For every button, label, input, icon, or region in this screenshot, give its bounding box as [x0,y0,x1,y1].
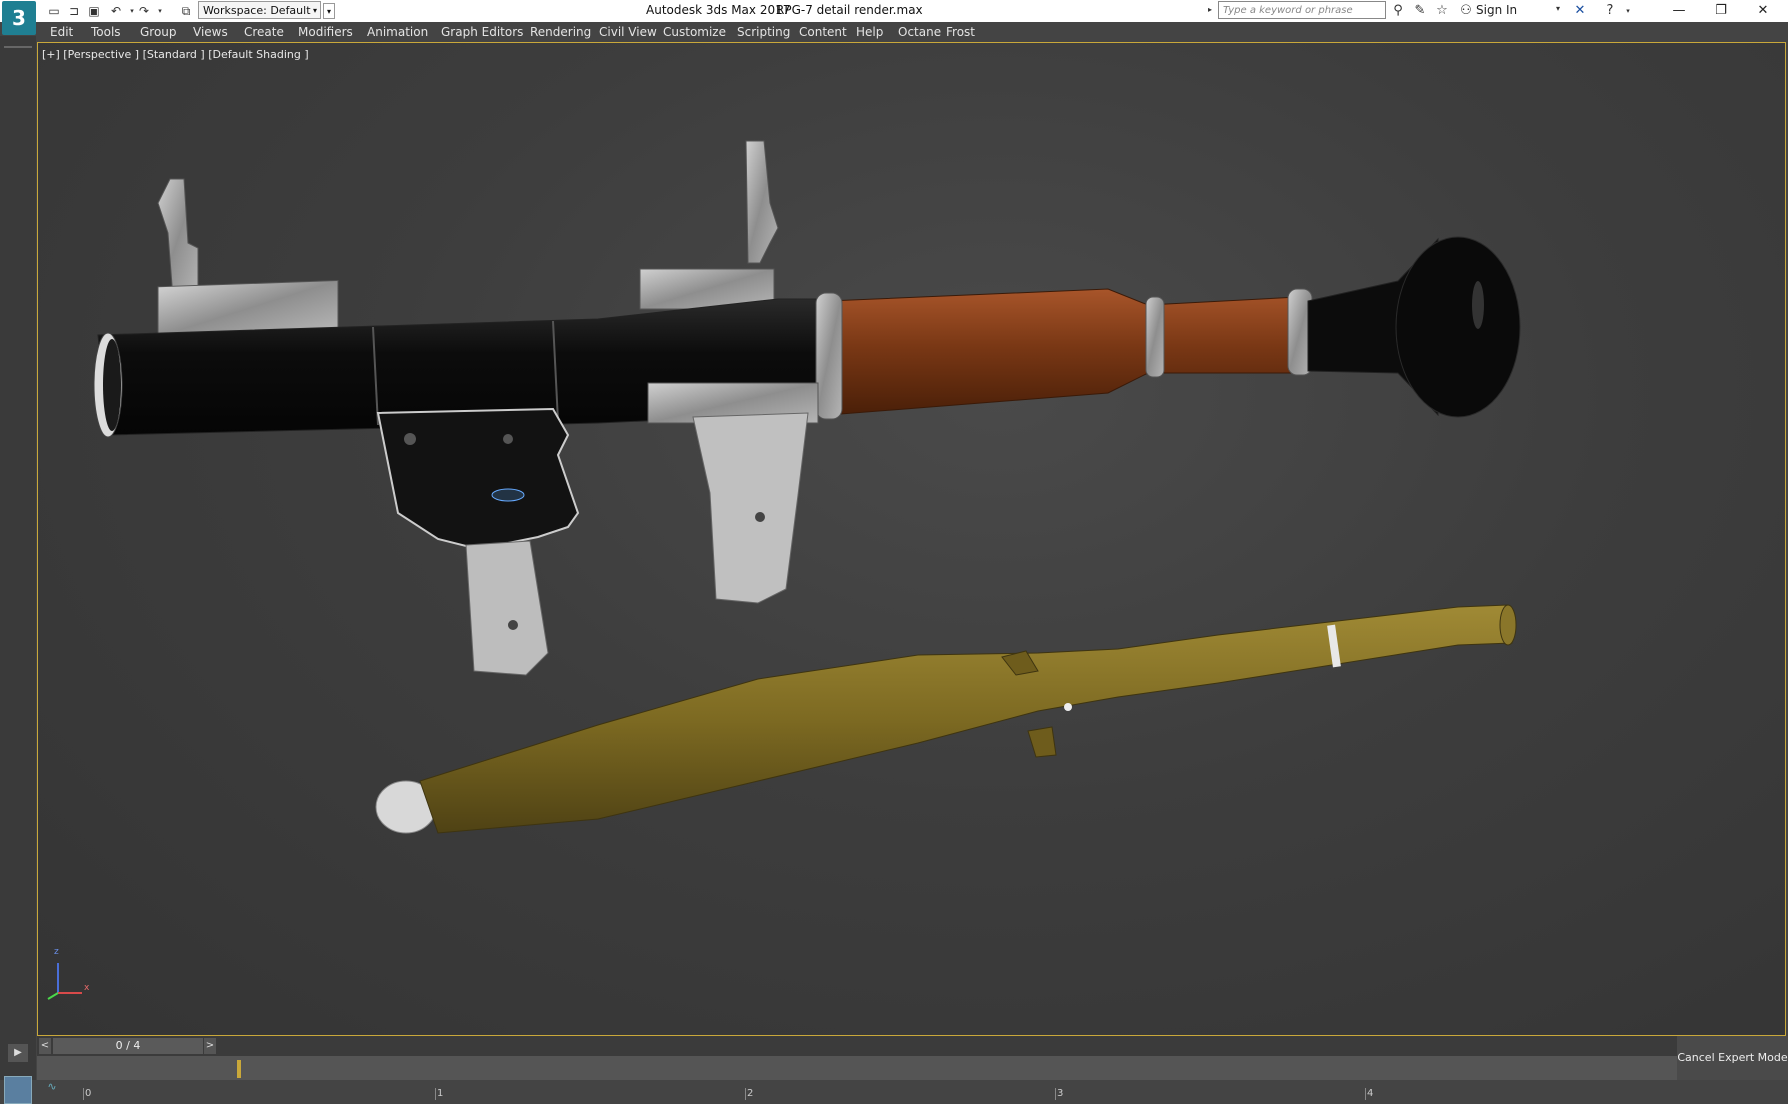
curve-editor-icon[interactable]: ∿ [41,1078,63,1096]
axis-z-label: z [54,947,59,957]
timeline-tick [435,1088,436,1100]
open-file-icon[interactable]: ⊐ [66,3,82,19]
left-panel-strip: ▶ [0,36,36,1104]
help-icon[interactable]: ? [1602,3,1618,19]
workspace-dropdown[interactable]: Workspace: Default ▾ [198,1,321,19]
app-logo-icon[interactable]: 3 [2,1,36,35]
viewport-label[interactable]: [+] [Perspective ] [Standard ] [Default … [42,48,309,61]
menu-modifiers[interactable]: Modifiers [298,25,353,39]
user-icon[interactable]: ⚇ [1458,3,1474,19]
track-bar[interactable]: ∿ 0 1 2 3 4 [37,1056,1677,1100]
redo-dropdown-icon[interactable]: ▾ [152,3,168,19]
cancel-expert-mode-button[interactable]: Cancel Expert Mode [1677,1036,1788,1080]
timeline-tick [1365,1088,1366,1100]
timeline-tick-label: 2 [747,1088,754,1099]
undo-icon[interactable]: ↶ [108,3,124,19]
favorites-star-icon[interactable]: ☆ [1434,3,1450,19]
app-title: Autodesk 3ds Max 2017 [646,3,791,17]
minimize-button[interactable]: — [1658,0,1700,22]
pg7-grenade-model[interactable] [375,604,1517,834]
menu-civil-view[interactable]: Civil View [599,25,657,39]
timeline-tick [1055,1088,1056,1100]
timeline-tick-label: 1 [437,1088,444,1099]
menu-octane[interactable]: Octane [898,25,941,39]
menu-scripting[interactable]: Scripting [737,25,790,39]
perspective-viewport[interactable]: [+] [Perspective ] [Standard ] [Default … [37,42,1786,1036]
timeline-tick [83,1088,84,1100]
time-slider[interactable]: 0 / 4 [53,1038,203,1054]
binoculars-icon[interactable]: ⚲ [1390,3,1406,19]
close-button[interactable]: ✕ [1742,0,1784,22]
menu-content[interactable]: Content [799,25,847,39]
rpg-launcher-model[interactable] [93,140,1521,676]
save-icon[interactable]: ▣ [86,3,102,19]
menu-bar: Edit Tools Group Views Create Modifiers … [38,22,1788,42]
workspace-label: Workspace: Default [203,4,311,17]
time-slider-panel: < 0 / 4 > ∿ 0 1 2 3 4 Cancel Expert Mode [37,1036,1788,1100]
exchange-apps-icon[interactable]: ✕ [1572,3,1588,19]
panel-divider [4,46,32,48]
search-expand-icon[interactable]: ▸ [1208,5,1212,14]
axis-gizmo [47,963,82,1000]
project-folder-icon[interactable]: ⧉ [178,3,194,19]
menu-help[interactable]: Help [856,25,883,39]
timeline-tick-label: 0 [85,1088,92,1099]
current-frame-marker[interactable] [237,1060,241,1078]
scene-render [47,140,1521,1000]
menu-customize[interactable]: Customize [663,25,726,39]
redo-icon[interactable]: ↷ [136,3,152,19]
communication-center-icon[interactable]: ✎ [1412,3,1428,19]
restore-button[interactable]: ❐ [1700,0,1742,22]
menu-edit[interactable]: Edit [50,25,73,39]
previous-frame-button[interactable]: < [39,1038,51,1054]
menu-views[interactable]: Views [193,25,228,39]
new-file-icon[interactable]: ▭ [46,3,62,19]
timeline-tick [745,1088,746,1100]
timeline-tick-label: 4 [1367,1088,1374,1099]
menu-frost[interactable]: Frost [946,25,975,39]
next-frame-button[interactable]: > [204,1038,216,1054]
play-icon[interactable]: ▶ [8,1044,28,1062]
sign-in-button[interactable]: Sign In [1476,3,1517,17]
file-name: RPG-7 detail render.max [776,3,923,17]
timeline-tick-label: 3 [1057,1088,1064,1099]
sign-in-dropdown-icon[interactable]: ▾ [1556,4,1560,13]
search-input[interactable]: Type a keyword or phrase [1218,1,1386,19]
menu-rendering[interactable]: Rendering [530,25,591,39]
title-bar: 3 ▭ ⊐ ▣ ↶ ▾ ↷ ▾ ⧉ Workspace: Default ▾ ▾… [0,0,1788,35]
menu-graph-editors[interactable]: Graph Editors [441,25,523,39]
menu-tools[interactable]: Tools [91,25,121,39]
chevron-down-icon: ▾ [312,6,317,15]
menu-group[interactable]: Group [140,25,177,39]
menu-animation[interactable]: Animation [367,25,428,39]
menu-create[interactable]: Create [244,25,284,39]
help-dropdown-icon[interactable]: ▾ [1620,3,1636,19]
axis-x-label: x [84,983,90,993]
viewport-layout-thumbnail[interactable] [4,1076,32,1104]
workspace-menu-icon[interactable]: ▾ [323,3,335,19]
